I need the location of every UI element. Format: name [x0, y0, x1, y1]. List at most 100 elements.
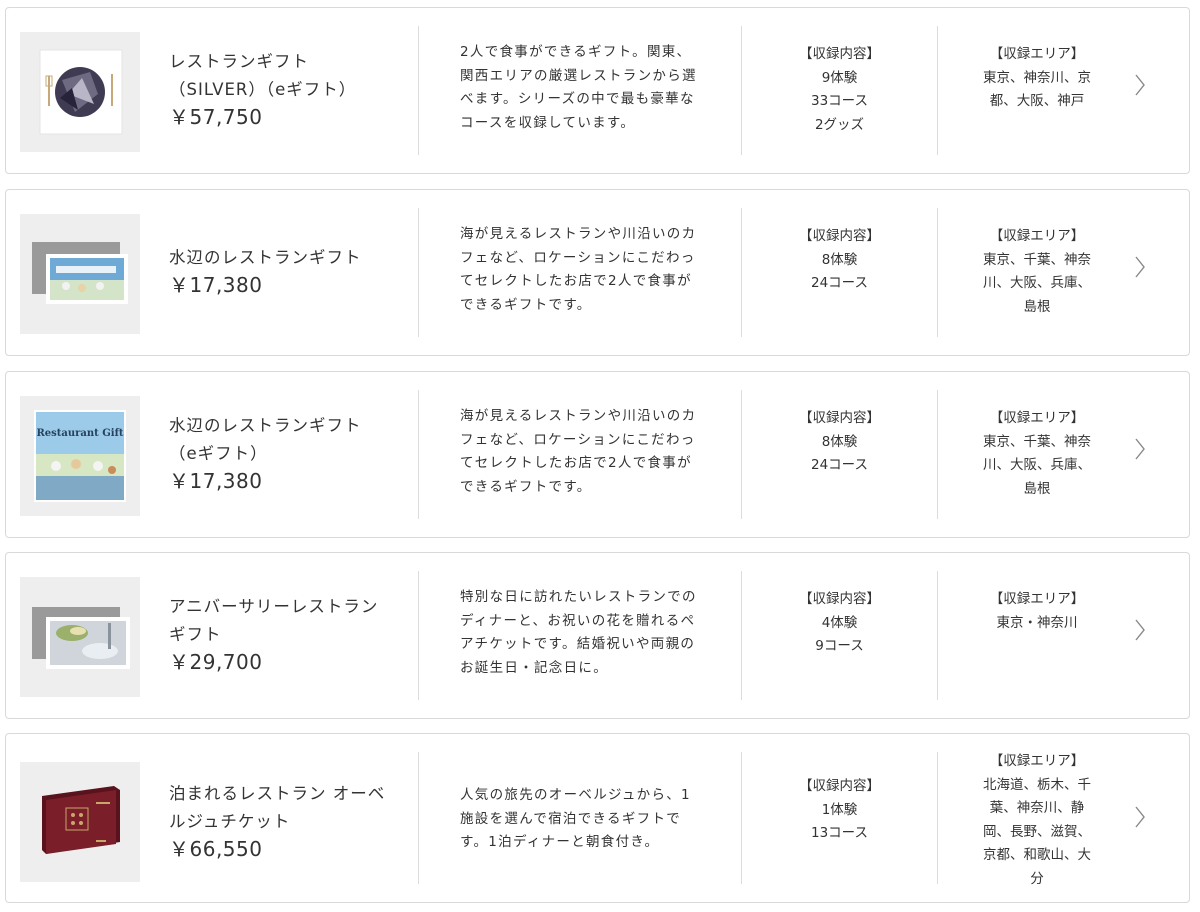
product-title[interactable]: 水辺のレストランギフト ￥17,380 — [169, 244, 409, 298]
description-line: ディナーと、お祝いの花を贈れるペ — [460, 612, 696, 629]
area-line: 東京、千葉、神奈 — [983, 251, 1091, 268]
product-name: レストランギフト — [169, 52, 309, 71]
divider — [418, 208, 419, 337]
thumbnail-caption: Restaurant Gift — [36, 428, 123, 439]
product-title[interactable]: 泊まれるレストラン オーベ ルジュチケット ￥66,550 — [169, 780, 409, 862]
description-line: アチケットです。結婚祝いや両親の — [460, 636, 696, 652]
chevron-right-icon[interactable] — [1132, 72, 1148, 98]
chevron-right-icon[interactable] — [1132, 254, 1148, 280]
product-title[interactable]: レストランギフト （SILVER）（eギフト） ￥57,750 — [169, 48, 409, 130]
area-label: 【収録エリア】 — [989, 46, 1085, 62]
product-description: 特別な日に訪れたいレストランでの ディナーと、お祝いの花を贈れるペ アチケットで… — [460, 586, 710, 680]
product-price: ￥66,550 — [169, 837, 263, 861]
contents-line: 2グッズ — [814, 116, 865, 133]
divider — [418, 752, 419, 884]
description-line: 海が見えるレストランや川沿いのカ — [460, 408, 697, 424]
description-line: 関西エリアの厳選レストランから選 — [460, 67, 697, 84]
description-line: す。1泊ディナーと朝食付き。 — [460, 834, 660, 850]
area-label: 【収録エリア】 — [989, 591, 1085, 607]
product-price: ￥29,700 — [169, 650, 263, 674]
contents-info: 【収録内容】 4体験 9コース — [742, 588, 937, 659]
contents-line: 9体験 — [821, 69, 858, 86]
area-line: 島根 — [1023, 298, 1051, 315]
area-line: 川、大阪、兵庫、 — [983, 457, 1091, 473]
contents-line: 13コース — [810, 825, 868, 841]
description-line: できるギフトです。 — [460, 478, 592, 495]
area-info: 【収録エリア】 東京、千葉、神奈 川、大阪、兵庫、 島根 — [971, 225, 1103, 319]
product-description: 海が見えるレストランや川沿いのカ フェなど、ロケーションにこだわっ てセレクトし… — [460, 223, 710, 317]
area-line: 葉、神奈川、静 — [989, 800, 1085, 816]
area-info: 【収録エリア】 東京・神奈川 — [971, 588, 1103, 635]
product-title[interactable]: 水辺のレストランギフト （eギフト） ￥17,380 — [169, 412, 409, 494]
product-price: ￥17,380 — [169, 273, 263, 297]
product-name: ルジュチケット — [169, 812, 291, 831]
product-name: 泊まれるレストラン オーベ — [169, 784, 386, 803]
product-price: ￥17,380 — [169, 469, 263, 493]
product-name: （eギフト） — [169, 444, 268, 463]
anniversary-card-image — [20, 577, 140, 697]
area-label: 【収録エリア】 — [989, 753, 1085, 769]
divider — [937, 571, 938, 700]
contents-line: 4体験 — [821, 614, 858, 631]
chevron-right-icon[interactable] — [1132, 436, 1148, 462]
contents-label: 【収録内容】 — [799, 410, 880, 426]
auberge-box-image — [20, 762, 140, 882]
contents-info: 【収録内容】 1体験 13コース — [742, 775, 937, 846]
description-line: コースを収録しています。 — [460, 114, 636, 131]
contents-line: 1体験 — [821, 801, 858, 818]
area-line: 川、大阪、兵庫、 — [983, 275, 1091, 291]
description-line: 2人で食事ができるギフト。関東、 — [460, 44, 692, 60]
contents-label: 【収録内容】 — [799, 228, 880, 244]
product-description: 人気の旅先のオーベルジュから、1 施設を選んで宿泊できるギフトで す。1泊ディナ… — [460, 784, 710, 855]
contents-label: 【収録内容】 — [799, 778, 880, 794]
description-line: フェなど、ロケーションにこだわっ — [460, 249, 696, 266]
divider — [418, 571, 419, 700]
silver-plate-image — [20, 32, 140, 152]
area-label: 【収録エリア】 — [989, 410, 1085, 426]
area-line: 東京、千葉、神奈 — [983, 433, 1091, 450]
area-line: 京都、和歌山、大 — [983, 847, 1091, 863]
area-line: 東京・神奈川 — [996, 614, 1078, 631]
contents-info: 【収録内容】 9体験 33コース 2グッズ — [742, 43, 937, 137]
area-line: 分 — [1030, 870, 1044, 887]
area-line: 都、大阪、神戸 — [989, 93, 1085, 109]
area-line: 岡、長野、滋賀、 — [983, 823, 1091, 840]
product-card[interactable]: 泊まれるレストラン オーベ ルジュチケット ￥66,550 人気の旅先のオーベル… — [5, 733, 1190, 903]
contents-label: 【収録内容】 — [799, 591, 880, 607]
description-line: 特別な日に訪れたいレストランでの — [460, 589, 697, 605]
area-info: 【収録エリア】 東京、神奈川、京 都、大阪、神戸 — [971, 43, 1103, 114]
chevron-right-icon[interactable] — [1132, 617, 1148, 643]
contents-line: 9コース — [815, 638, 864, 654]
divider — [418, 26, 419, 155]
contents-info: 【収録内容】 8体験 24コース — [742, 407, 937, 478]
area-line: 東京、神奈川、京 — [983, 69, 1091, 86]
product-card[interactable]: レストランギフト （SILVER）（eギフト） ￥57,750 2人で食事ができ… — [5, 7, 1190, 174]
product-name: ギフト — [169, 625, 222, 644]
description-line: べます。シリーズの中で最も豪華な — [460, 91, 695, 107]
contents-line: 33コース — [810, 93, 868, 109]
divider — [937, 390, 938, 519]
product-title[interactable]: アニバーサリーレストラン ギフト ￥29,700 — [169, 593, 409, 675]
area-line: 北海道、栃木、千 — [983, 776, 1091, 793]
divider — [937, 208, 938, 337]
description-line: てセレクトしたお店で2人で食事が — [460, 455, 692, 471]
description-line: 施設を選んで宿泊できるギフトで — [460, 810, 682, 827]
description-line: てセレクトしたお店で2人で食事が — [460, 273, 692, 289]
contents-line: 24コース — [810, 457, 868, 473]
product-name: アニバーサリーレストラン — [169, 597, 379, 616]
product-card[interactable]: 水辺のレストランギフト ￥17,380 海が見えるレストランや川沿いのカ フェな… — [5, 189, 1190, 356]
product-card[interactable]: Restaurant Gift 水辺のレストランギフト （eギフト） ￥17,3… — [5, 371, 1190, 538]
contents-line: 8体験 — [821, 251, 858, 268]
description-line: お誕生日・記念日に。 — [460, 659, 608, 676]
chevron-right-icon[interactable] — [1132, 804, 1148, 830]
product-name: 水辺のレストランギフト — [169, 416, 362, 435]
waterside-egift-image: Restaurant Gift — [20, 396, 140, 516]
divider — [937, 26, 938, 155]
contents-info: 【収録内容】 8体験 24コース — [742, 225, 937, 296]
area-line: 島根 — [1023, 480, 1051, 497]
waterside-card-image — [20, 214, 140, 334]
product-card[interactable]: アニバーサリーレストラン ギフト ￥29,700 特別な日に訪れたいレストランで… — [5, 552, 1190, 719]
product-price: ￥57,750 — [169, 105, 263, 129]
description-line: 人気の旅先のオーベルジュから、1 — [460, 787, 691, 803]
area-info: 【収録エリア】 東京、千葉、神奈 川、大阪、兵庫、 島根 — [971, 407, 1103, 501]
